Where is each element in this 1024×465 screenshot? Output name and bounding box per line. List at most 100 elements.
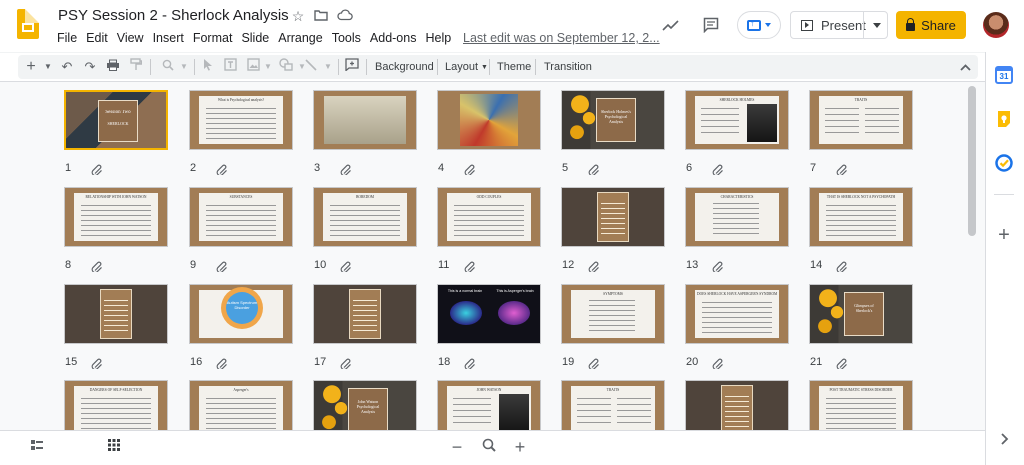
speaker-notes-icon[interactable] <box>340 357 352 371</box>
speaker-notes-icon[interactable] <box>216 260 228 274</box>
comments-icon[interactable] <box>700 12 722 38</box>
slide-thumbnail-22[interactable]: DANGERS OF SELF-SELECTION <box>64 380 168 430</box>
zoom-in-icon[interactable]: + <box>511 438 529 456</box>
paint-format-icon[interactable] <box>126 57 146 77</box>
zoom-out-icon[interactable]: − <box>448 438 466 456</box>
expand-icon[interactable] <box>995 430 1013 448</box>
zoom-icon[interactable] <box>480 438 498 456</box>
slide-thumbnail-14[interactable]: THAT IS SHERLOCK NOT A PSYCHOPATH <box>809 187 913 247</box>
background-button[interactable]: Background <box>375 57 434 77</box>
star-icon[interactable]: ☆ <box>290 8 306 24</box>
undo-icon[interactable]: ↶ <box>57 57 77 77</box>
slide-thumbnail-16[interactable]: Autism Spectrum Disorder <box>189 284 293 344</box>
speaker-notes-icon[interactable] <box>836 163 848 177</box>
print-icon[interactable] <box>103 57 123 77</box>
slide-thumbnail-2[interactable]: What is Psychological analysis? <box>189 90 293 150</box>
speaker-notes-icon[interactable] <box>464 357 476 371</box>
slide-thumbnail-8[interactable]: RELATIONSHIP WITH JOHN WATSON <box>64 187 168 247</box>
present-options-chevron-icon[interactable] <box>873 23 881 28</box>
slide-thumbnail-13[interactable]: CHARACTERISTICS <box>685 187 789 247</box>
share-button[interactable]: Share <box>896 11 966 39</box>
slide-thumbnail-10[interactable]: BOREDOM <box>313 187 417 247</box>
slide-thumbnail-5[interactable]: Sherlock Holmes's Psychological Analysis <box>561 90 665 150</box>
tasks-icon[interactable] <box>995 154 1013 172</box>
slide-thumbnail-3[interactable] <box>313 90 417 150</box>
slide-thumbnail-1[interactable]: Session Two SHERLOCK <box>64 90 168 150</box>
redo-icon[interactable]: ↷ <box>80 57 100 77</box>
slide-thumbnail-12[interactable] <box>561 187 665 247</box>
move-to-device-button[interactable] <box>737 11 781 39</box>
slide-thumbnail-15[interactable] <box>64 284 168 344</box>
slide-thumbnail-24[interactable]: John Watson Psychological Analysis <box>313 380 417 430</box>
theme-button[interactable]: Theme <box>497 57 531 77</box>
select-cursor-icon[interactable] <box>198 57 218 77</box>
slide-thumbnail-19[interactable]: SYMPTOMS <box>561 284 665 344</box>
zoom-chevron-icon[interactable]: ▼ <box>174 57 194 77</box>
add-comment-icon[interactable] <box>342 57 362 77</box>
menu-arrange[interactable]: Arrange <box>278 31 329 45</box>
speaker-notes-icon[interactable] <box>588 357 600 371</box>
text-box-icon[interactable] <box>220 57 240 77</box>
slide-thumbnail-28[interactable]: POST TRAUMATIC STRESS DISORDER <box>809 380 913 430</box>
slide-thumbnail-7[interactable]: TRAITS <box>809 90 913 150</box>
keep-icon[interactable] <box>995 110 1013 128</box>
slide-thumbnail-4[interactable] <box>437 90 541 150</box>
menu-edit[interactable]: Edit <box>86 31 115 45</box>
move-to-folder-icon[interactable] <box>313 8 329 24</box>
speaker-notes-icon[interactable] <box>588 260 600 274</box>
speaker-notes-icon[interactable] <box>216 163 228 177</box>
speaker-notes-icon[interactable] <box>464 260 476 274</box>
menu-tools[interactable]: Tools <box>332 31 368 45</box>
present-button[interactable]: Present <box>790 11 888 39</box>
transition-button[interactable]: Transition <box>544 57 592 77</box>
speaker-notes-icon[interactable] <box>464 163 476 177</box>
new-slide-chevron-icon[interactable]: ▼ <box>38 57 58 77</box>
speaker-notes-icon[interactable] <box>836 357 848 371</box>
vertical-scrollbar[interactable] <box>968 86 976 236</box>
speaker-notes-icon[interactable] <box>712 357 724 371</box>
speaker-notes-icon[interactable] <box>588 163 600 177</box>
speaker-notes-icon[interactable] <box>91 260 103 274</box>
slide-thumbnail-18[interactable]: This is a normal brain This is Asperger's… <box>437 284 541 344</box>
slide-thumbnail-27[interactable] <box>685 380 789 430</box>
menu-file[interactable]: File <box>57 31 84 45</box>
menu-format[interactable]: Format <box>193 31 240 45</box>
calendar-icon[interactable]: 31 <box>995 66 1013 84</box>
speaker-notes-icon[interactable] <box>340 163 352 177</box>
menu-addons[interactable]: Add-ons <box>370 31 424 45</box>
menu-view[interactable]: View <box>117 31 151 45</box>
slide-thumbnail-11[interactable]: ODD COUPLES <box>437 187 541 247</box>
slide-thumbnail-17[interactable] <box>313 284 417 344</box>
image-chevron-icon[interactable]: ▼ <box>258 57 278 77</box>
add-icon[interactable]: + <box>995 225 1013 245</box>
speaker-notes-icon[interactable] <box>91 357 103 371</box>
menu-help[interactable]: Help <box>425 31 458 45</box>
slide-thumbnail-23[interactable]: Asperger's <box>189 380 293 430</box>
list-view-icon[interactable] <box>28 438 46 456</box>
speaker-notes-icon[interactable] <box>91 163 103 177</box>
slide-thumbnail-25[interactable]: JOHN WATSON <box>437 380 541 430</box>
slide-thumbnail-6[interactable]: SHERLOCK HOLMES <box>685 90 789 150</box>
last-edit-link[interactable]: Last edit was on September 12, 2... <box>463 31 660 45</box>
layout-button[interactable]: Layout ▼ <box>445 57 488 77</box>
slide-heading: SUBSTANCES <box>229 195 253 199</box>
speaker-notes-icon[interactable] <box>216 357 228 371</box>
collapse-menu-chevron-icon[interactable] <box>955 57 975 77</box>
cloud-saved-icon[interactable] <box>337 8 353 24</box>
speaker-notes-icon[interactable] <box>712 260 724 274</box>
slide-thumbnail-20[interactable]: DOES SHERLOCK HAVE ASPERGER'S SYNDROME? <box>685 284 789 344</box>
menu-slide[interactable]: Slide <box>241 31 276 45</box>
menu-insert[interactable]: Insert <box>153 31 191 45</box>
grid-view-icon[interactable] <box>105 438 123 456</box>
speaker-notes-icon[interactable] <box>836 260 848 274</box>
speaker-notes-icon[interactable] <box>340 260 352 274</box>
user-avatar[interactable] <box>983 12 1009 38</box>
speaker-notes-icon[interactable] <box>712 163 724 177</box>
slide-thumbnail-9[interactable]: SUBSTANCES <box>189 187 293 247</box>
document-title[interactable]: PSY Session 2 - Sherlock Analysis <box>58 7 289 24</box>
activity-trend-icon[interactable] <box>660 12 682 38</box>
slide-thumbnail-21[interactable]: Glimpses of Sherlock's <box>809 284 913 344</box>
slide-thumbnail-26[interactable]: TRAITS <box>561 380 665 430</box>
slides-logo[interactable] <box>17 9 39 39</box>
line-chevron-icon[interactable]: ▼ <box>318 57 338 77</box>
